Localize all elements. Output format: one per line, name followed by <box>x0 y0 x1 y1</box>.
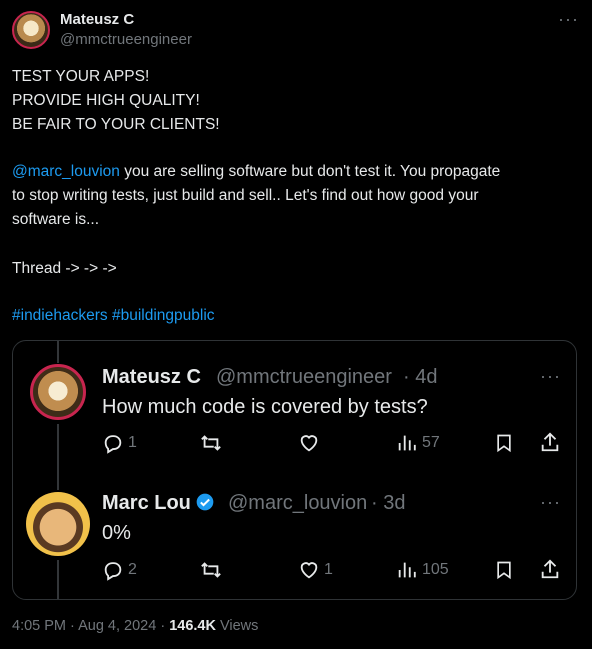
reply-avatar[interactable] <box>26 492 90 556</box>
bookmark-icon <box>497 434 511 453</box>
author-avatar[interactable] <box>12 11 50 49</box>
reply-count: 2 <box>128 561 137 578</box>
more-options-icon[interactable]: ··· <box>540 492 561 513</box>
reply-text: How much code is covered by tests? <box>102 396 428 418</box>
reply-author-name[interactable]: Mateusz C <box>102 366 201 389</box>
reply-icon <box>104 562 122 581</box>
thread-connector <box>57 424 59 490</box>
retweet-icon <box>201 562 221 578</box>
thread-connector <box>57 341 59 363</box>
tweet-text-line: Thread -> -> -> <box>12 260 117 277</box>
tweet-text-line: software is... <box>12 211 99 228</box>
more-options-icon[interactable]: ··· <box>540 366 561 387</box>
share-icon <box>541 559 559 579</box>
tweet-text-line: BE FAIR TO YOUR CLIENTS! <box>12 116 220 133</box>
like-count: 1 <box>324 561 333 578</box>
reply-age: · 4d <box>403 366 438 388</box>
views-button[interactable]: 57 <box>396 432 440 454</box>
reply-author-handle[interactable]: @marc_louvion <box>228 492 367 515</box>
reply-author-name-text: Marc Lou <box>102 492 191 514</box>
tweet-meta: 4:05 PM · Aug 4, 2024 · 146.4K Views <box>12 618 258 634</box>
tweet-text-line: @marc_louvion you are selling software b… <box>12 160 500 184</box>
heart-icon <box>300 562 318 579</box>
reply-avatar[interactable] <box>30 364 86 420</box>
views-count: 57 <box>422 434 440 451</box>
like-button[interactable] <box>298 432 324 454</box>
more-options-icon[interactable]: ··· <box>558 9 579 30</box>
tweet-text-line: TEST YOUR APPS! <box>12 68 150 85</box>
reply-button[interactable]: 2 <box>102 559 137 581</box>
tweet-text-line: PROVIDE HIGH QUALITY! <box>12 92 200 109</box>
reply-author-handle[interactable]: @mmctrueengineer <box>216 366 392 389</box>
reply-count: 1 <box>128 434 137 451</box>
retweet-button[interactable] <box>199 432 227 454</box>
tweet-views-label: Views <box>215 618 259 634</box>
retweet-icon <box>201 435 221 451</box>
bookmark-button[interactable] <box>494 559 514 581</box>
reply-age: · 3d <box>371 492 406 514</box>
bookmark-icon <box>497 561 511 580</box>
share-icon <box>541 432 559 452</box>
bookmark-button[interactable] <box>494 432 514 454</box>
hashtags: #indiehackers #buildingpublic <box>12 304 215 328</box>
retweet-button[interactable] <box>199 559 227 581</box>
views-button[interactable]: 105 <box>396 559 449 581</box>
tweet-text-line: to stop writing tests, just build and se… <box>12 187 479 204</box>
reply-text: 0% <box>102 522 131 544</box>
tweet-views-count: 146.4K <box>169 618 216 634</box>
like-button[interactable]: 1 <box>298 559 333 581</box>
share-button[interactable] <box>539 431 561 453</box>
thread-connector <box>57 560 59 599</box>
tweet-text-segment: you are selling software but don't test … <box>119 163 501 180</box>
reply-author-name[interactable]: Marc Lou <box>102 492 215 515</box>
heart-icon <box>300 435 318 452</box>
views-icon <box>398 435 416 451</box>
author-name[interactable]: Mateusz C <box>60 11 134 28</box>
views-icon <box>398 562 416 578</box>
hashtag-link[interactable]: #buildingpublic <box>112 307 215 324</box>
hashtag-link[interactable]: #indiehackers <box>12 307 108 324</box>
reply-icon <box>104 435 122 454</box>
verified-badge-icon <box>196 493 214 511</box>
share-button[interactable] <box>539 558 561 580</box>
tweet-timestamp[interactable]: 4:05 PM · Aug 4, 2024 · <box>12 618 169 634</box>
mention-link[interactable]: @marc_louvion <box>12 163 120 180</box>
author-handle[interactable]: @mmctrueengineer <box>60 31 192 48</box>
views-count: 105 <box>422 561 449 578</box>
reply-button[interactable]: 1 <box>102 432 137 454</box>
